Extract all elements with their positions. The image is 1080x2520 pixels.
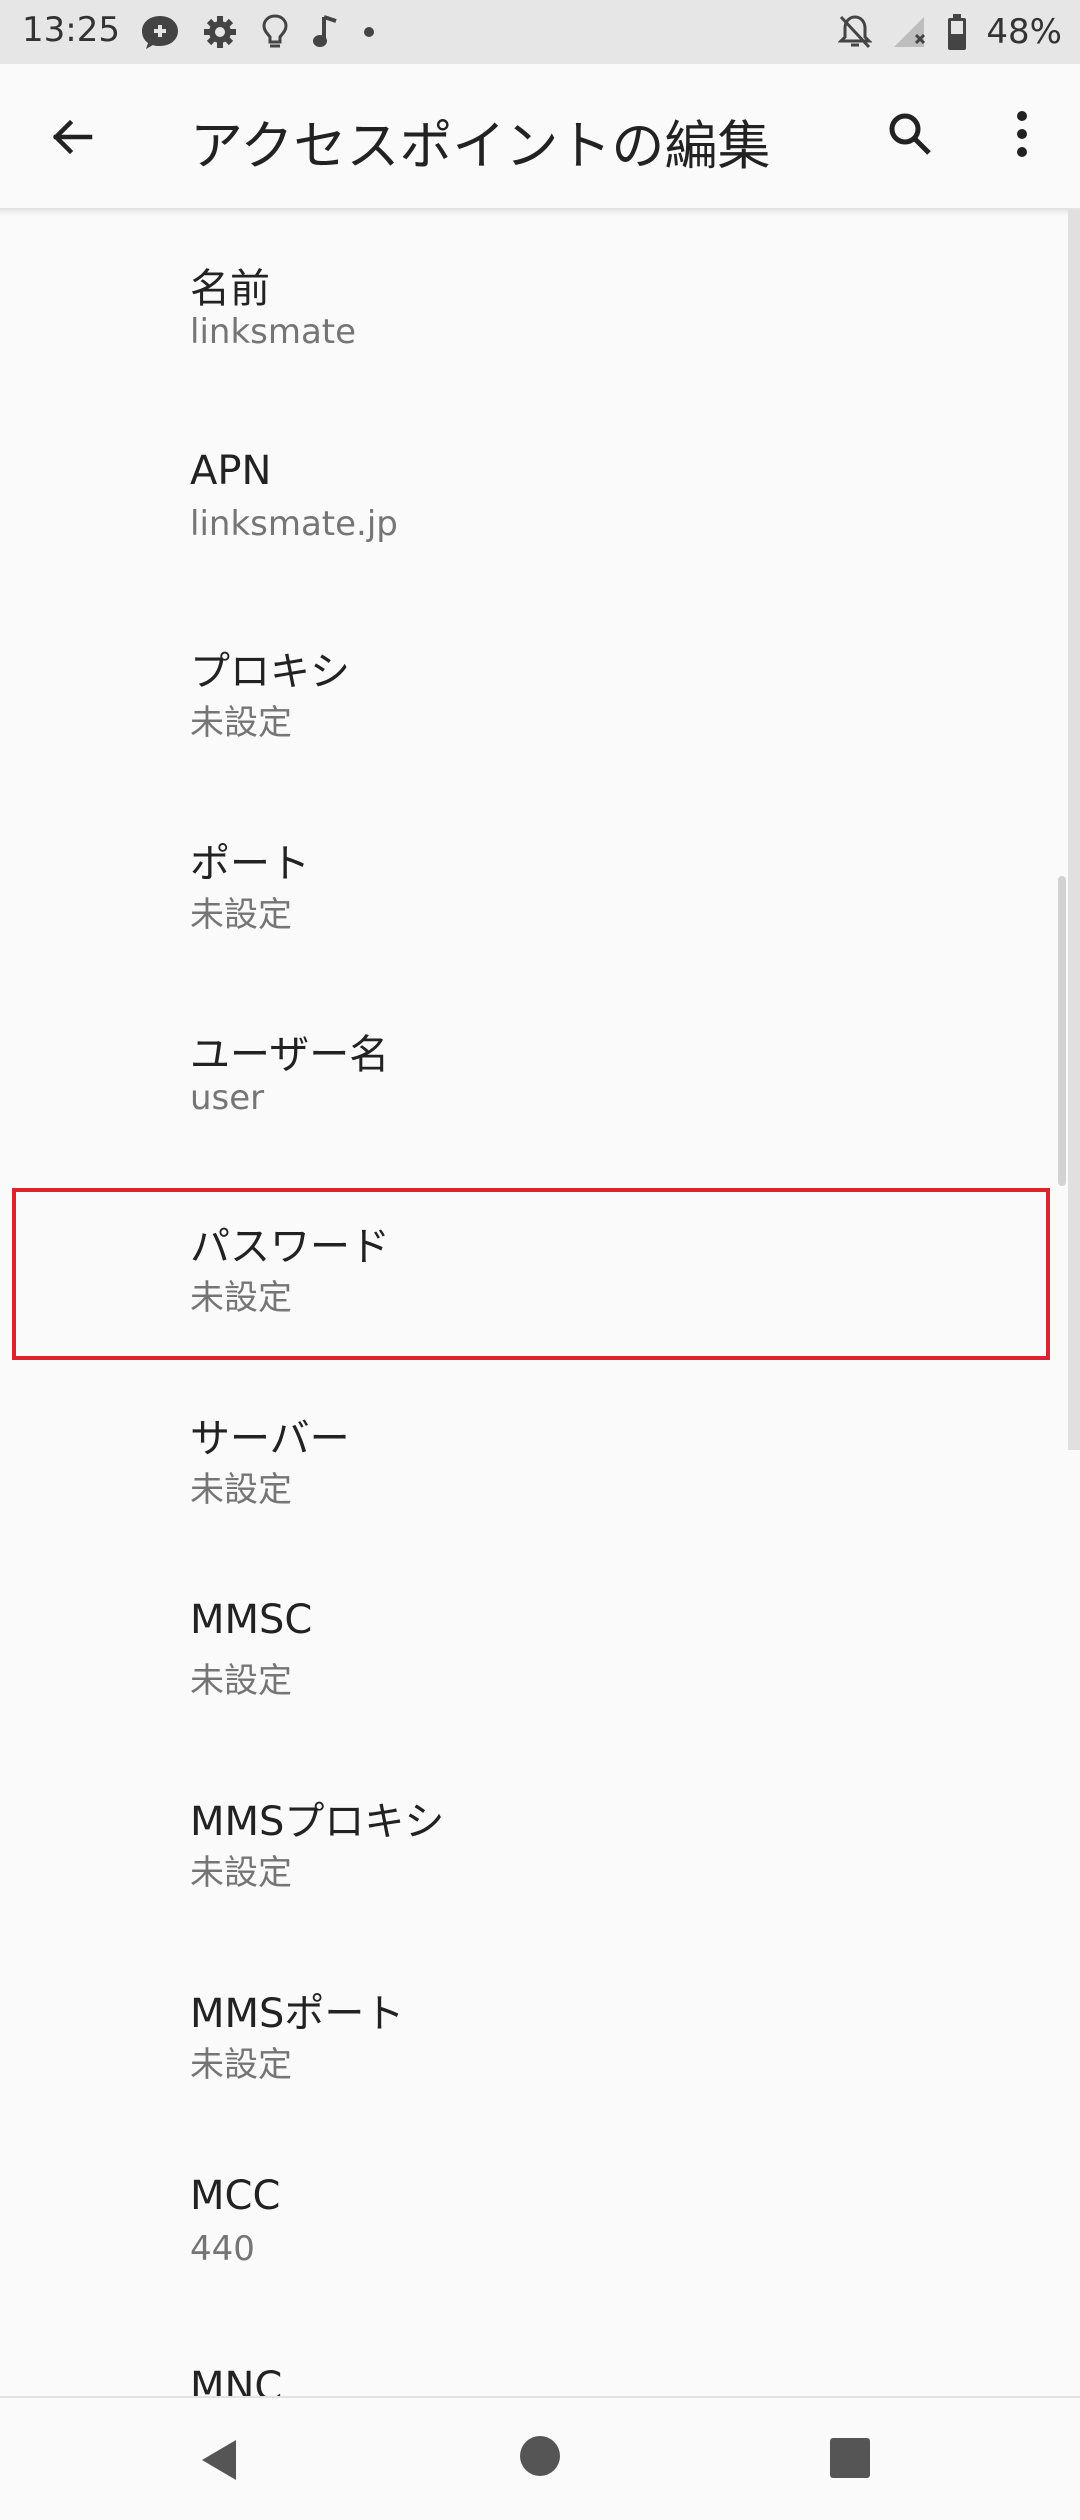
setting-title: MCC	[190, 2173, 281, 2219]
settings-icon	[204, 16, 236, 48]
setting-title: プロキシ	[190, 649, 350, 695]
notifications-off-icon	[838, 15, 873, 49]
dot-icon	[364, 27, 374, 37]
back-button[interactable]	[40, 105, 104, 169]
setting-mms-port[interactable]: MMSポート 未設定	[0, 1941, 1060, 2111]
setting-value: linksmate	[190, 312, 357, 352]
setting-title: MNC	[190, 2364, 283, 2396]
setting-mmsc[interactable]: MMSC 未設定	[0, 1557, 1060, 1727]
setting-apn[interactable]: APN linksmate.jp	[0, 408, 1060, 578]
setting-value: 未設定	[190, 1661, 292, 1701]
setting-title: ユーザー名	[190, 1032, 390, 1078]
status-time: 13:25	[22, 10, 120, 50]
arrow-back-icon	[52, 119, 93, 155]
setting-title: ポート	[190, 841, 310, 887]
setting-mcc[interactable]: MCC 440	[0, 2133, 1060, 2303]
more-vert-icon	[1017, 111, 1027, 157]
setting-title: APN	[190, 448, 272, 494]
setting-mms-proxy[interactable]: MMSプロキシ 未設定	[0, 1749, 1060, 1919]
setting-value: 未設定	[190, 2045, 292, 2085]
setting-proxy[interactable]: プロキシ 未設定	[0, 599, 1060, 769]
page-title: アクセスポイントの編集	[190, 116, 771, 177]
setting-value: 440	[190, 2229, 255, 2269]
nav-home-icon[interactable]	[520, 2436, 560, 2476]
nav-recents-icon[interactable]	[830, 2438, 870, 2478]
setting-server[interactable]: サーバー 未設定	[0, 1366, 1060, 1536]
setting-value: user	[190, 1078, 265, 1118]
setting-title: MMSC	[190, 1597, 313, 1643]
music-note-icon	[313, 15, 337, 47]
setting-value: linksmate.jp	[190, 504, 398, 544]
setting-title: MMSポート	[190, 1991, 405, 2037]
cell-signal-icon	[894, 17, 926, 47]
setting-port[interactable]: ポート 未設定	[0, 791, 1060, 961]
battery-icon	[948, 14, 967, 50]
setting-title: サーバー	[190, 1416, 350, 1462]
status-system-icons: 48%	[838, 10, 1062, 54]
lightbulb-icon	[262, 14, 288, 48]
setting-value: 未設定	[190, 1470, 292, 1510]
messenger-icon	[142, 16, 178, 49]
setting-name[interactable]: 名前 linksmate	[0, 216, 1060, 386]
status-bar: 13:25 48%	[0, 0, 1080, 64]
status-notification-icons	[140, 12, 376, 52]
scrollbar-thumb[interactable]	[1058, 876, 1066, 1186]
setting-mnc[interactable]: MNC 10	[0, 2324, 1060, 2396]
setting-title: 名前	[190, 266, 270, 312]
setting-value: 未設定	[190, 1853, 292, 1893]
setting-username[interactable]: ユーザー名 user	[0, 982, 1060, 1152]
battery-percentage: 48%	[986, 12, 1062, 52]
setting-value: 未設定	[190, 895, 292, 935]
search-button[interactable]	[878, 102, 942, 166]
more-options-button[interactable]	[992, 102, 1052, 166]
setting-title: MMSプロキシ	[190, 1799, 445, 1845]
password-highlight-box	[12, 1188, 1050, 1360]
nav-back-icon[interactable]	[196, 2436, 244, 2484]
app-bar: アクセスポイントの編集	[0, 64, 1080, 210]
setting-value: 未設定	[190, 703, 292, 743]
search-icon	[889, 113, 931, 155]
navigation-bar	[0, 2396, 1080, 2520]
scrollbar-track	[1068, 210, 1080, 1450]
